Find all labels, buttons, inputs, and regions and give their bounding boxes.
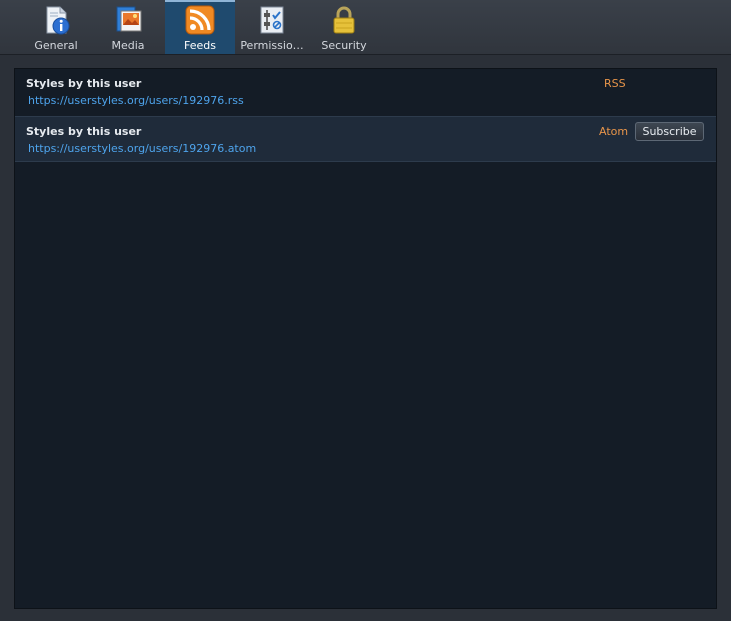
tab-security[interactable]: Security — [309, 0, 379, 54]
tab-label: Permissio… — [240, 39, 304, 52]
tab-general[interactable]: General — [21, 0, 91, 54]
feed-title: Styles by this user — [26, 125, 142, 138]
tab-label: General — [34, 39, 78, 52]
media-pictures-icon — [116, 6, 142, 32]
feed-url[interactable]: https://userstyles.org/users/192976.atom — [28, 142, 256, 155]
subscribe-button[interactable]: Subscribe — [635, 122, 704, 141]
tab-permissions[interactable]: Permissio… — [237, 0, 307, 54]
feed-url[interactable]: https://userstyles.org/users/192976.rss — [28, 94, 244, 107]
tab-label: Feeds — [184, 39, 216, 52]
feed-type-label: RSS — [604, 77, 626, 90]
feeds-list: Styles by this user https://userstyles.o… — [14, 68, 717, 609]
feed-item-atom[interactable]: Styles by this user https://userstyles.o… — [15, 116, 716, 162]
tab-media[interactable]: Media — [93, 0, 163, 54]
tab-feeds[interactable]: Feeds — [165, 0, 235, 54]
tab-label: Security — [321, 39, 367, 52]
feed-item-rss[interactable]: Styles by this user https://userstyles.o… — [15, 69, 716, 115]
rss-feed-icon — [185, 5, 215, 35]
info-page-icon — [46, 6, 70, 35]
permissions-sliders-icon — [260, 6, 284, 34]
padlock-icon — [333, 6, 355, 34]
feed-title: Styles by this user — [26, 77, 142, 90]
tab-toolbar: General Media Feeds Permissio… Security — [0, 0, 731, 55]
tab-label: Media — [111, 39, 145, 52]
feed-type-label: Atom — [599, 125, 629, 138]
